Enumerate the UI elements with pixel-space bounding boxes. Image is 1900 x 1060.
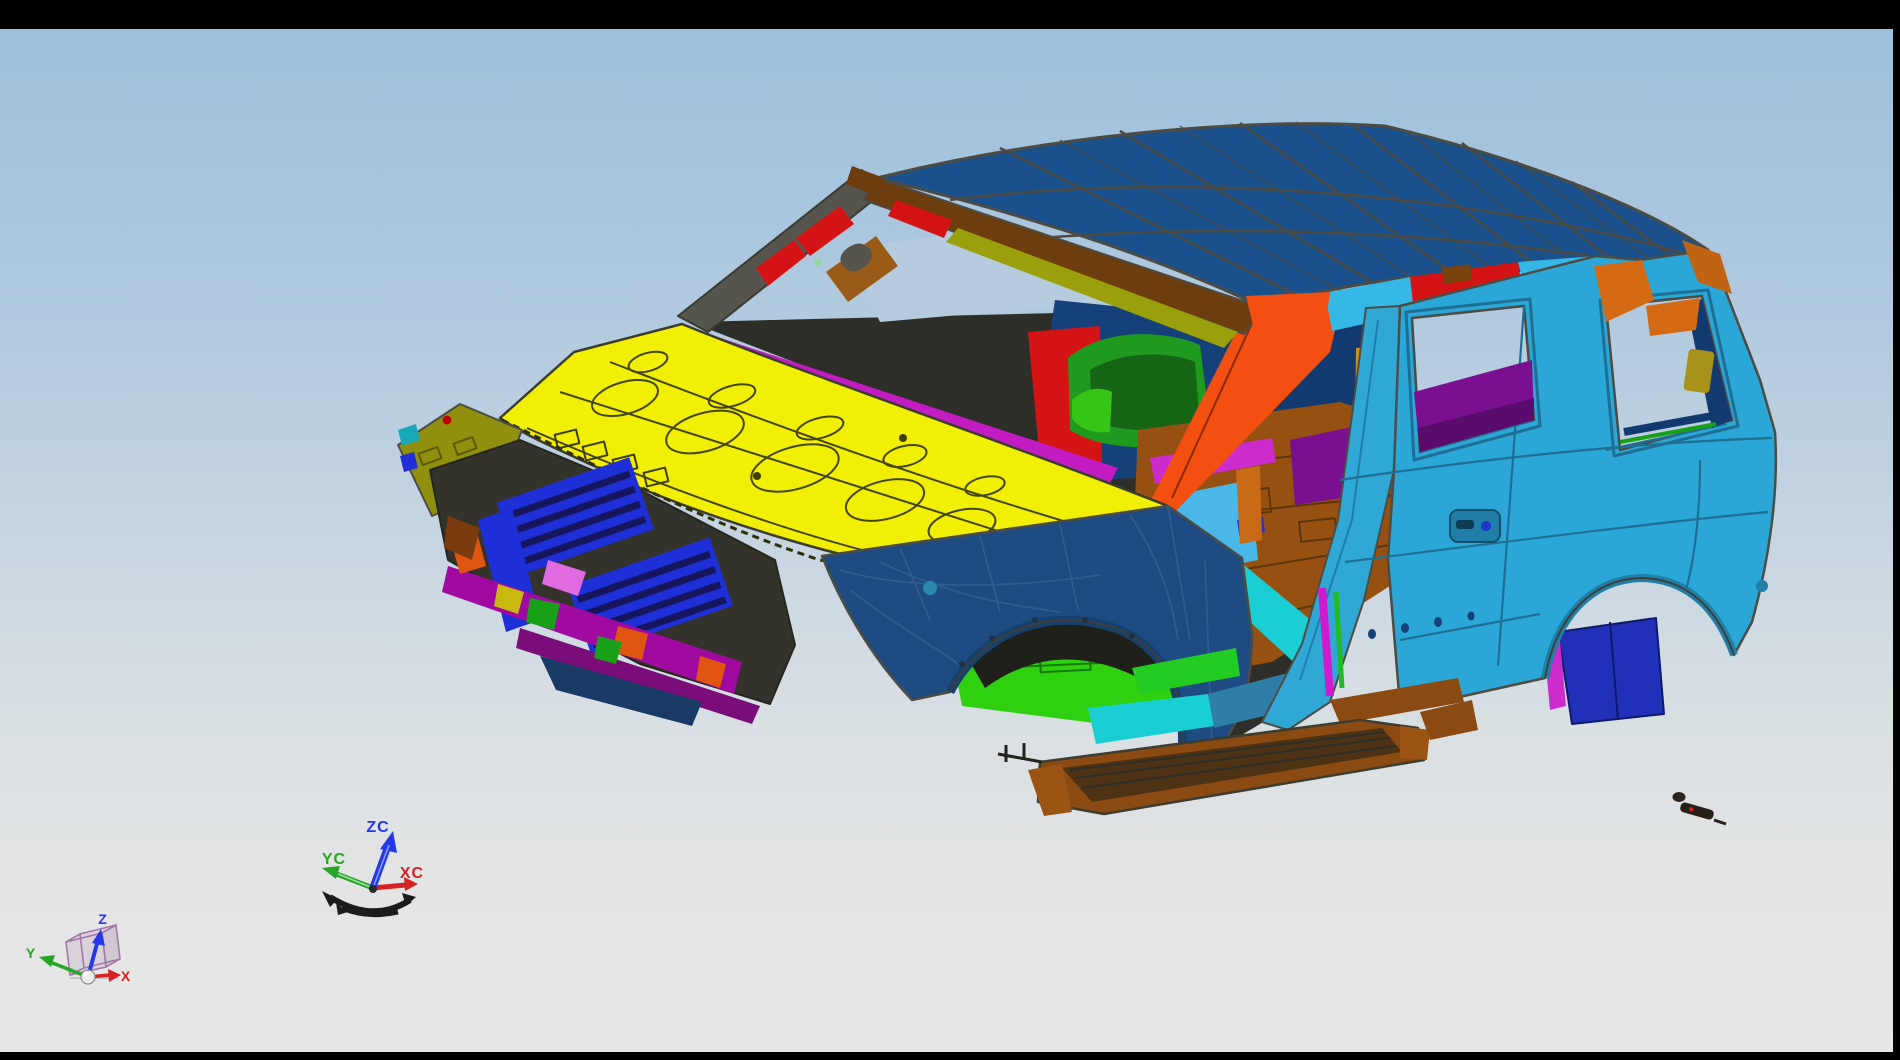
olive-red-dot [443, 416, 452, 425]
board-cap-right [1400, 726, 1430, 760]
loose-part-dot[interactable] [1673, 792, 1686, 802]
wcs-y-axis[interactable] [322, 866, 373, 888]
letterbox-bottom [0, 1052, 1900, 1060]
quarter-orange-bracket[interactable] [1646, 298, 1700, 336]
wcs-rotation-handles[interactable] [322, 891, 416, 915]
datum-csys[interactable]: Z Y X [26, 911, 131, 984]
door-handle[interactable] [1450, 510, 1500, 542]
pillar-speck [815, 259, 822, 266]
wcs-triad[interactable]: ZC YC XC [322, 819, 424, 915]
body-side[interactable] [1340, 250, 1776, 706]
datum-x-label: X [121, 968, 131, 984]
datum-y-label: Y [26, 945, 36, 961]
letterbox-top [0, 0, 1900, 29]
loose-part-bracket[interactable] [1679, 802, 1714, 821]
fender-hole [923, 581, 937, 595]
a-pillar-driver[interactable] [678, 170, 898, 332]
letterbox-right [1893, 0, 1900, 1060]
cad-viewport[interactable]: ZC YC XC [0, 0, 1900, 1060]
wcs-z-axis[interactable] [372, 831, 397, 890]
hood-bolt-1 [753, 472, 761, 480]
datum-z-label: Z [98, 911, 108, 927]
wcs-x-label: XC [400, 865, 424, 882]
wcs-y-label: YC [322, 851, 346, 868]
fuel-hole [1756, 580, 1768, 592]
datum-sphere-highlight [84, 972, 88, 976]
datum-box[interactable] [66, 925, 120, 975]
loose-part-sliver [1714, 820, 1726, 824]
front-pin [998, 743, 1042, 762]
hinge-pillar-orange [1236, 466, 1262, 544]
loose-parts[interactable] [1673, 792, 1727, 824]
wcs-origin[interactable] [369, 885, 377, 893]
hood-bolt-2 [899, 434, 907, 442]
car-body-model[interactable] [398, 122, 1776, 824]
wcs-z-label: ZC [366, 819, 389, 836]
datum-origin-sphere[interactable] [81, 970, 95, 984]
model-canvas[interactable]: ZC YC XC [0, 0, 1900, 1060]
